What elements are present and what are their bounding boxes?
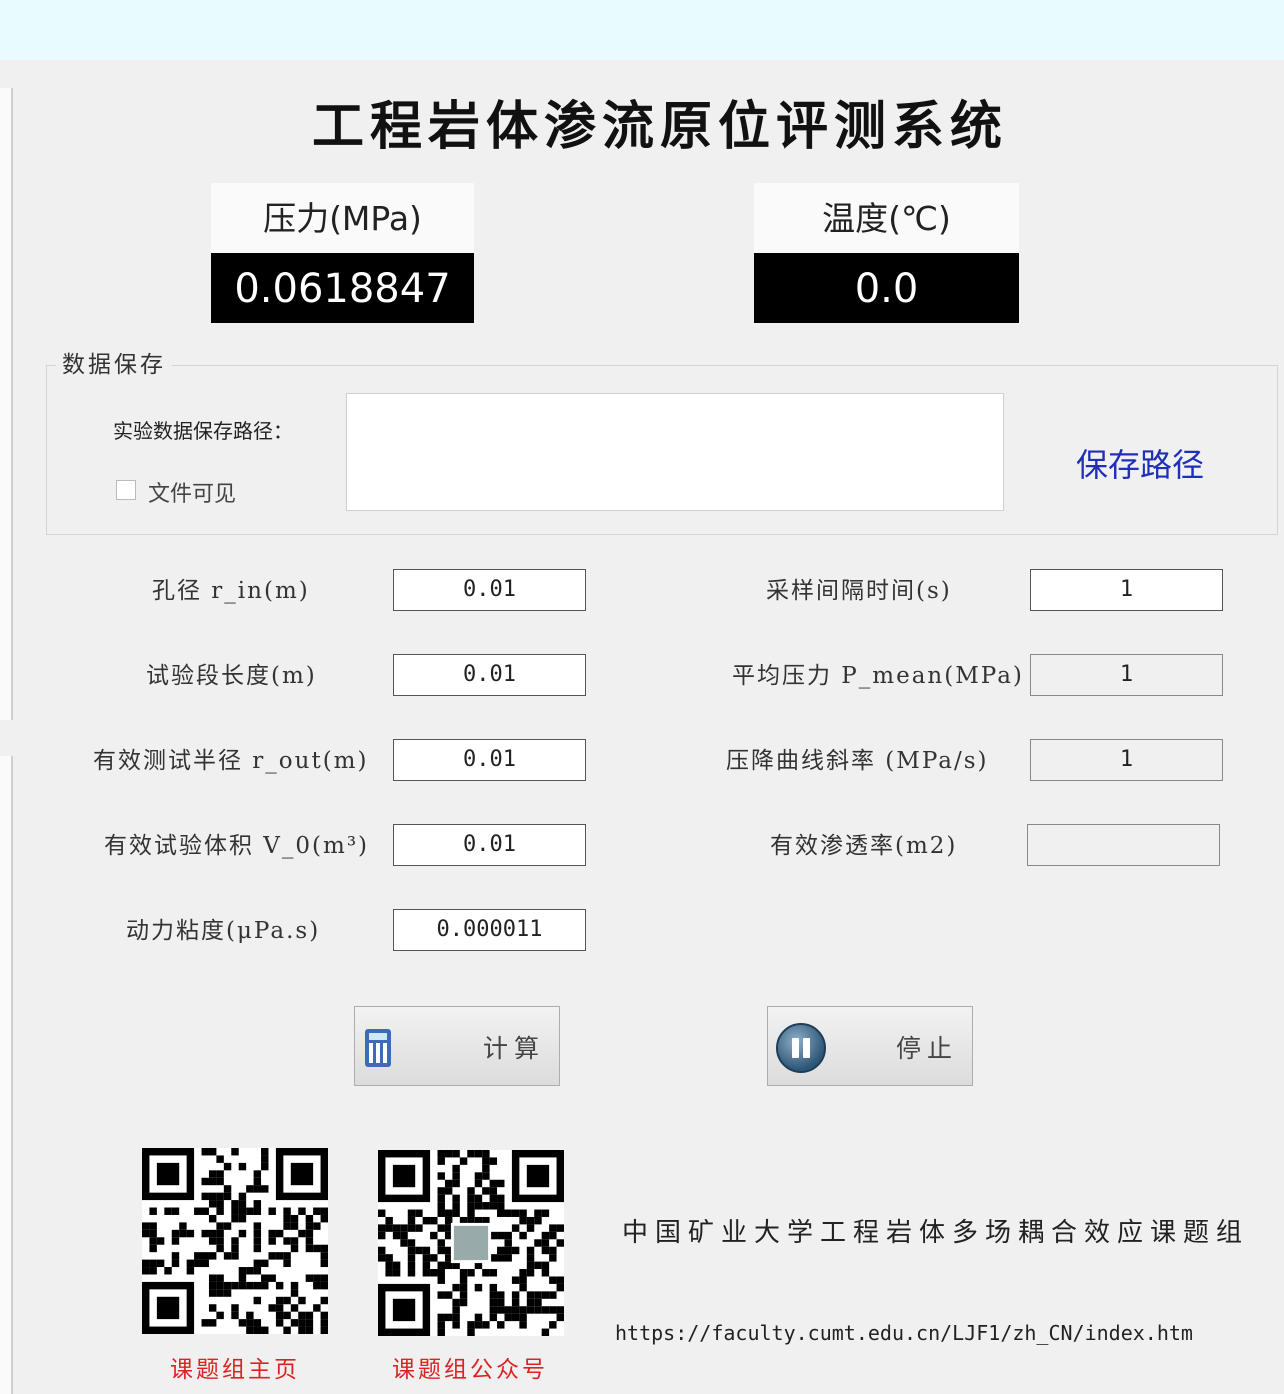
temperature-display: 0.0 (754, 253, 1019, 323)
segment-length-input[interactable]: 0.01 (393, 654, 586, 696)
calculator-icon (365, 1029, 391, 1067)
sampling-interval-input[interactable]: 1 (1030, 569, 1223, 611)
qr-logo-icon (450, 1222, 492, 1264)
pressure-label: 压力(MPa) (211, 183, 474, 253)
save-path-button[interactable]: 保存路径 (1076, 440, 1204, 486)
r-out-input[interactable]: 0.01 (393, 739, 586, 781)
wechat-qr-caption: 课题组公众号 (392, 1357, 548, 1383)
pressure-slope-output: 1 (1030, 739, 1223, 781)
homepage-qr-caption: 课题组主页 (170, 1357, 300, 1383)
left-panel-edge (0, 88, 13, 720)
temperature-label: 温度(℃) (754, 183, 1019, 253)
pressure-display: 0.0618847 (211, 253, 474, 323)
save-path-input[interactable] (346, 393, 1004, 511)
file-visible-checkbox[interactable] (116, 480, 136, 500)
group-website-url[interactable]: https://faculty.cumt.edu.cn/LJF1/zh_CN/i… (615, 1321, 1193, 1345)
file-visible-label[interactable]: 文件可见 (148, 476, 236, 508)
app-title: 工程岩体渗流原位评测系统 (311, 96, 1008, 157)
field-label-pressure-slope: 压降曲线斜率 (MPa/s) (726, 748, 989, 774)
field-label-r-in: 孔径 r_in(m) (152, 578, 310, 604)
field-label-sampling-interval: 采样间隔时间(s) (766, 578, 952, 604)
wechat-qr-code (378, 1150, 564, 1336)
organization-name: 中国矿业大学工程岩体多场耦合效应课题组 (622, 1218, 1250, 1248)
field-label-volume: 有效试验体积 V_0(m³) (104, 833, 370, 859)
field-label-viscosity: 动力粘度(μPa.s) (126, 918, 321, 944)
data-save-legend: 数据保存 (56, 345, 172, 379)
field-label-segment-length: 试验段长度(m) (146, 663, 317, 689)
viscosity-input[interactable]: 0.000011 (393, 909, 586, 951)
calculate-button[interactable]: 计算 (354, 1006, 560, 1086)
permeability-output (1027, 824, 1220, 866)
left-panel-edge-lower (0, 756, 13, 1394)
pause-icon (776, 1023, 826, 1073)
field-label-mean-pressure: 平均压力 P_mean(MPa) (732, 663, 1024, 689)
save-path-label: 实验数据保存路径： (113, 419, 293, 443)
mean-pressure-output: 1 (1030, 654, 1223, 696)
homepage-qr-code (142, 1148, 328, 1334)
volume-input[interactable]: 0.01 (393, 824, 586, 866)
window-top-bar (0, 0, 1284, 60)
stop-button-label: 停止 (895, 1034, 958, 1063)
field-label-r-out: 有效测试半径 r_out(m) (93, 748, 369, 774)
calculate-button-label: 计算 (482, 1034, 545, 1063)
r-in-input[interactable]: 0.01 (393, 569, 586, 611)
stop-button[interactable]: 停止 (767, 1006, 973, 1086)
field-label-permeability: 有效渗透率(m2) (770, 833, 958, 859)
